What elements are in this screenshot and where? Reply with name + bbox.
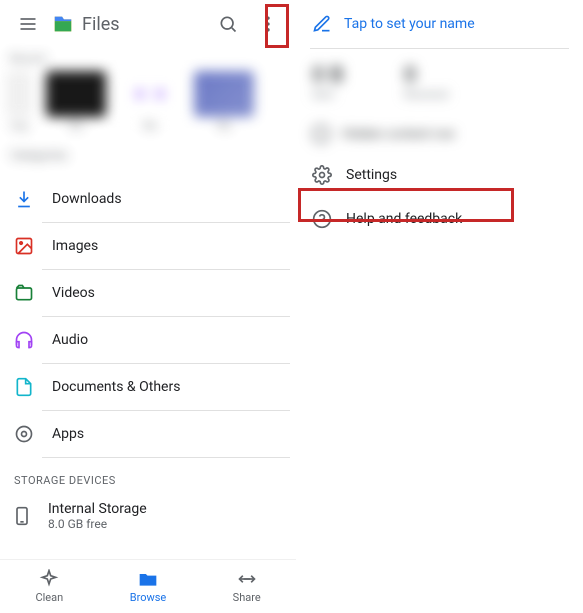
storage-title: Internal Storage [48, 501, 147, 517]
category-label: Apps [52, 426, 84, 442]
nav-label: Browse [130, 591, 167, 604]
apps-icon [14, 424, 34, 444]
category-label: Videos [52, 285, 95, 301]
prompt-text: Tap to set your name [344, 16, 475, 32]
bottom-nav: Clean Browse Share [0, 559, 296, 613]
storage-subtitle: 8.0 GB free [48, 517, 147, 531]
storage-devices-header: STORAGE DEVICES [0, 458, 296, 495]
category-apps[interactable]: Apps [0, 411, 296, 457]
menu-help[interactable]: Help and feedback [296, 197, 583, 241]
document-icon [14, 377, 34, 397]
app-title: Files [52, 13, 208, 35]
hamburger-icon [18, 14, 38, 34]
category-label: Images [52, 238, 98, 254]
nav-label: Clean [35, 591, 63, 604]
download-icon [14, 189, 34, 209]
category-images[interactable]: Images [0, 223, 296, 269]
nav-clean[interactable]: Clean [0, 560, 99, 613]
category-documents[interactable]: Documents & Others [0, 364, 296, 410]
category-label: Documents & Others [52, 379, 180, 395]
app-title-text: Files [82, 14, 120, 35]
search-icon [218, 14, 238, 34]
files-logo-icon [52, 13, 74, 35]
category-videos[interactable]: Videos [0, 270, 296, 316]
nav-browse[interactable]: Browse [99, 560, 198, 613]
topbar: Files [0, 0, 296, 48]
pencil-icon [312, 14, 332, 34]
left-pane: Files Recent img file file file Categori… [0, 0, 296, 613]
more-vert-icon [258, 14, 278, 34]
categories-list: Downloads Images Videos Audio Documents … [0, 176, 296, 458]
row-blurred: Hidden content row [296, 115, 583, 153]
recent-blurred: Recent img file file file Categories [0, 48, 296, 176]
category-label: Audio [52, 332, 88, 348]
headphones-icon [14, 330, 34, 350]
menu-label: Settings [346, 167, 397, 183]
category-downloads[interactable]: Downloads [0, 176, 296, 222]
menu-label: Help and feedback [346, 211, 462, 227]
folder-search-icon [138, 569, 158, 589]
category-audio[interactable]: Audio [0, 317, 296, 363]
phone-icon [12, 506, 32, 526]
more-button[interactable] [248, 4, 288, 44]
image-icon [14, 236, 34, 256]
search-button[interactable] [208, 4, 248, 44]
stats-blurred: 0 BSent 0Received [296, 49, 583, 115]
gear-icon [312, 165, 332, 185]
nav-share[interactable]: Share [197, 560, 296, 613]
nav-label: Share [233, 591, 261, 604]
swap-icon [237, 569, 257, 589]
help-icon [312, 209, 332, 229]
right-pane: Tap to set your name 0 BSent 0Received H… [296, 0, 583, 613]
set-name-prompt[interactable]: Tap to set your name [296, 0, 583, 48]
category-label: Downloads [52, 191, 122, 207]
video-icon [14, 283, 34, 303]
menu-settings[interactable]: Settings [296, 153, 583, 197]
internal-storage-item[interactable]: Internal Storage 8.0 GB free [0, 495, 296, 537]
sparkle-icon [39, 569, 59, 589]
menu-button[interactable] [8, 4, 48, 44]
